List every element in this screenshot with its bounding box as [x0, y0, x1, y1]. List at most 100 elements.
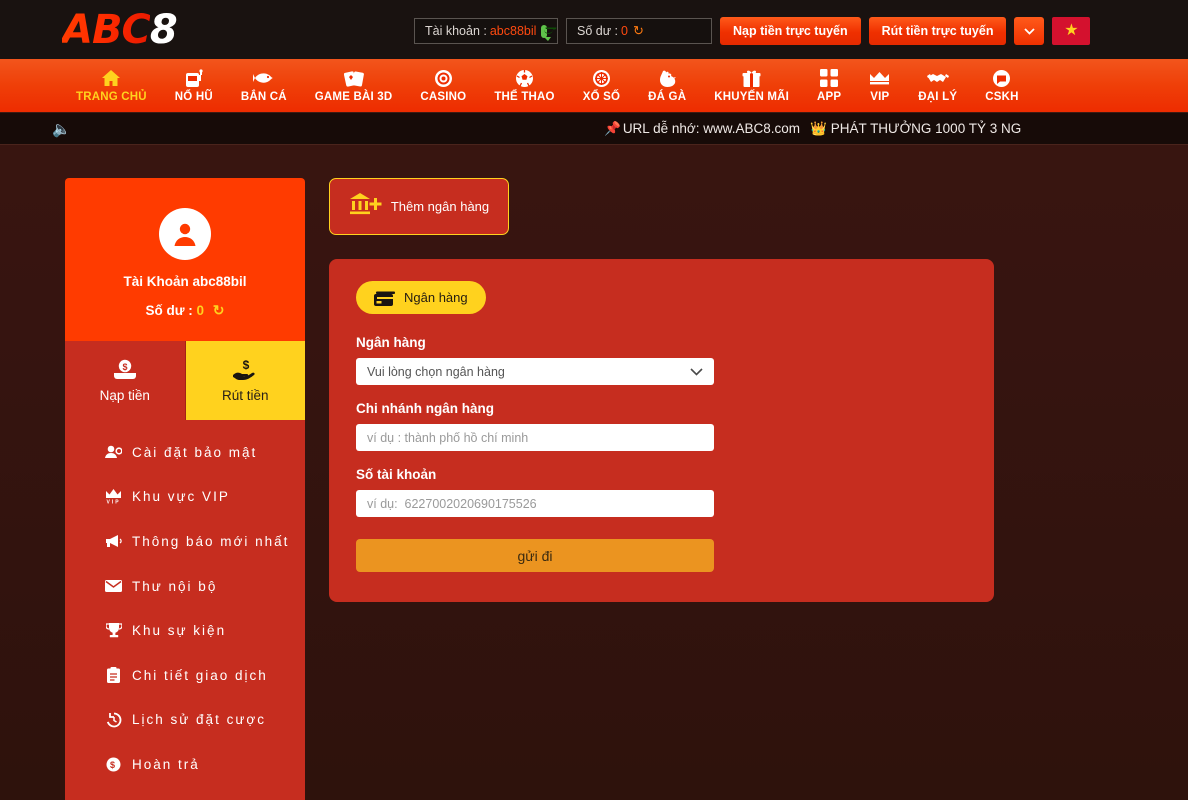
page-root: ABC8 Tài khoản : abc88bil Số dư : 0 ↻ Nạ… — [0, 0, 1188, 800]
nav-label: CASINO — [420, 91, 467, 103]
grid-icon — [820, 68, 839, 88]
sidebar-item-khu-vuc-vip[interactable]: VIP Khu vực VIP — [65, 475, 305, 520]
sidebar-item-khu-su-kien[interactable]: Khu sự kiện — [65, 608, 305, 653]
sidebar-item-cai-dat-bao-mat[interactable]: Cài đặt bảo mật — [65, 430, 305, 475]
svg-text:VIP: VIP — [106, 500, 120, 505]
site-logo[interactable]: ABC8 — [62, 6, 178, 53]
announcement-text-2: PHÁT THƯỞNG 1000 TỶ 3 NG — [830, 120, 1022, 136]
nav-label: BẮN CÁ — [240, 91, 287, 103]
speaker-icon[interactable]: 🔈 — [52, 120, 71, 138]
envelope-icon — [105, 580, 122, 593]
nav-item-dai-ly[interactable]: ĐẠI LÝ — [904, 68, 971, 103]
announcement-text-1: URL dễ nhớ: www.ABC8.com — [622, 120, 800, 136]
branch-input[interactable] — [356, 424, 714, 451]
chevron-down-icon — [1024, 27, 1035, 35]
nav-label: XỔ SỐ — [582, 91, 621, 103]
home-icon — [101, 68, 121, 88]
account-number-input[interactable] — [356, 490, 714, 517]
main-content: Thêm ngân hàng Ngân hàng Ngân hàng Vui l… — [329, 178, 994, 800]
nav-item-casino[interactable]: CASINO — [406, 68, 480, 103]
profile-account: Tài Khoản abc88bil — [123, 274, 247, 289]
sidebar-item-hoan-tra[interactable]: $ Hoàn trả — [65, 742, 305, 787]
gift-icon — [742, 68, 761, 88]
nav-item-ban-ca[interactable]: BẮN CÁ — [227, 68, 301, 103]
nav-item-app[interactable]: APP — [803, 68, 855, 103]
user-avatar-icon — [174, 223, 196, 246]
logo-text-abc: ABC — [62, 6, 151, 53]
sidebar-item-label: Chi tiết giao dịch — [132, 667, 268, 683]
add-bank-label: Thêm ngân hàng — [390, 199, 490, 214]
announcement-text: 📌 URL dễ nhớ: www.ABC8.com 👑 PHÁT THƯỞNG 10… — [604, 121, 1021, 137]
withdraw-hand-icon: $ — [233, 359, 255, 380]
bank-tab-pill[interactable]: Ngân hàng — [356, 281, 486, 314]
profile-balance-label: Số dư : — [145, 303, 197, 318]
announcement-bar: 🔈 📌 URL dễ nhớ: www.ABC8.com 👑 PHÁT THƯỞNG … — [0, 112, 1188, 145]
header-dropdown-button[interactable] — [1014, 17, 1045, 45]
language-flag-button[interactable]: ★ — [1052, 17, 1091, 45]
crown-icon — [869, 68, 890, 88]
branch-field-label: Chi nhánh ngân hàng — [356, 401, 494, 416]
sidebar-item-chi-tiet-giao-dich[interactable]: Chi tiết giao dịch — [65, 653, 305, 698]
balance-field[interactable]: Số dư : 0 ↻ — [566, 18, 712, 44]
refresh-balance-icon[interactable]: ↻ — [633, 23, 644, 39]
nav-item-xo-so[interactable]: XỔ SỐ — [569, 68, 634, 103]
sidebar-menu: Cài đặt bảo mật VIP Khu vực VIP Thông bá… — [65, 420, 305, 800]
chip-icon — [434, 68, 453, 88]
logo-text-8: 8 — [149, 6, 178, 53]
sidebar-item-lich-su-dat-cuoc[interactable]: Lịch sử đặt cược — [65, 698, 305, 743]
sidebar-item-label: Thông báo mới nhất — [132, 533, 290, 549]
add-bank-button[interactable]: Thêm ngân hàng — [329, 178, 509, 235]
withdraw-online-button[interactable]: Rút tiền trực tuyến — [868, 17, 1007, 45]
cards-icon — [343, 68, 364, 88]
nav-item-the-thao[interactable]: THỂ THAO — [480, 68, 568, 103]
sidebar-item-thu-noi-bo[interactable]: Thư nội bộ — [65, 564, 305, 609]
nav-label: NỔ HŨ — [174, 91, 213, 103]
chevron-down-icon — [690, 367, 703, 376]
svg-text:$: $ — [243, 359, 250, 372]
nav-item-da-ga[interactable]: ĐÁ GÀ — [634, 68, 700, 103]
sidebar-item-label: Khu vực VIP — [132, 489, 230, 505]
lottery-icon — [592, 68, 611, 88]
nav-item-cskh[interactable]: CSKH — [971, 68, 1032, 103]
crown-emoji-icon: 👑 — [809, 120, 827, 136]
trophy-icon — [105, 623, 122, 638]
nav-item-vip[interactable]: VIP — [855, 68, 904, 103]
nav-item-khuyen-mai[interactable]: KHUYẾN MÃI — [700, 68, 803, 103]
sidebar-item-label: Thư nội bộ — [132, 578, 218, 594]
header-account-group: Tài khoản : abc88bil Số dư : 0 ↻ Nạp tiề… — [414, 17, 1091, 45]
avatar[interactable] — [159, 208, 211, 260]
deposit-coin-icon: $ — [113, 359, 136, 379]
account-field[interactable]: Tài khoản : abc88bil — [414, 18, 558, 44]
tab-rut-tien[interactable]: $ Rút tiền — [185, 341, 305, 420]
sidebar-item-thong-bao-moi-nhat[interactable]: Thông báo mới nhất — [65, 519, 305, 564]
nav-item-no-hu[interactable]: NỔ HŨ — [161, 68, 227, 103]
nav-label: TRANG CHỦ — [76, 91, 147, 103]
user-settings-icon — [105, 445, 122, 459]
soccer-ball-icon — [515, 68, 534, 88]
nav-item-game-bai-3d[interactable]: GAME BÀI 3D — [301, 68, 407, 103]
bank-field-label: Ngân hàng — [356, 335, 426, 350]
sidebar: Tài Khoản abc88bil Số dư : 0 ↻ $ Nạp tiề… — [65, 178, 305, 800]
svg-text:$: $ — [122, 362, 127, 372]
submit-button[interactable]: gửi đi — [356, 539, 714, 572]
megaphone-icon — [105, 534, 122, 548]
deposit-online-button[interactable]: Nạp tiền trực tuyến — [720, 17, 861, 45]
bank-tab-label: Ngân hàng — [404, 290, 468, 305]
tab-label: Rút tiền — [221, 387, 269, 403]
tab-nap-tien[interactable]: $ Nạp tiền — [65, 341, 186, 420]
chat-smiley-icon — [541, 24, 553, 41]
profile-balance: Số dư : 0 ↻ — [65, 302, 305, 319]
nav-item-trang-chu[interactable]: TRANG CHỦ — [62, 68, 161, 103]
bank-select-value: Vui lòng chọn ngân hàng — [367, 364, 505, 379]
clipboard-icon — [105, 667, 122, 684]
chat-support-icon — [992, 68, 1011, 88]
bank-select[interactable]: Vui lòng chọn ngân hàng — [356, 358, 714, 385]
page-content: Tài Khoản abc88bil Số dư : 0 ↻ $ Nạp tiề… — [0, 145, 1188, 800]
fish-icon — [252, 68, 275, 88]
vip-crown-icon: VIP — [105, 489, 122, 504]
account-field-value: abc88bil — [489, 24, 537, 38]
bank-plus-icon — [349, 191, 383, 222]
profile-refresh-icon[interactable]: ↻ — [213, 302, 225, 318]
rooster-icon — [657, 68, 677, 88]
slot-machine-icon — [185, 68, 203, 88]
